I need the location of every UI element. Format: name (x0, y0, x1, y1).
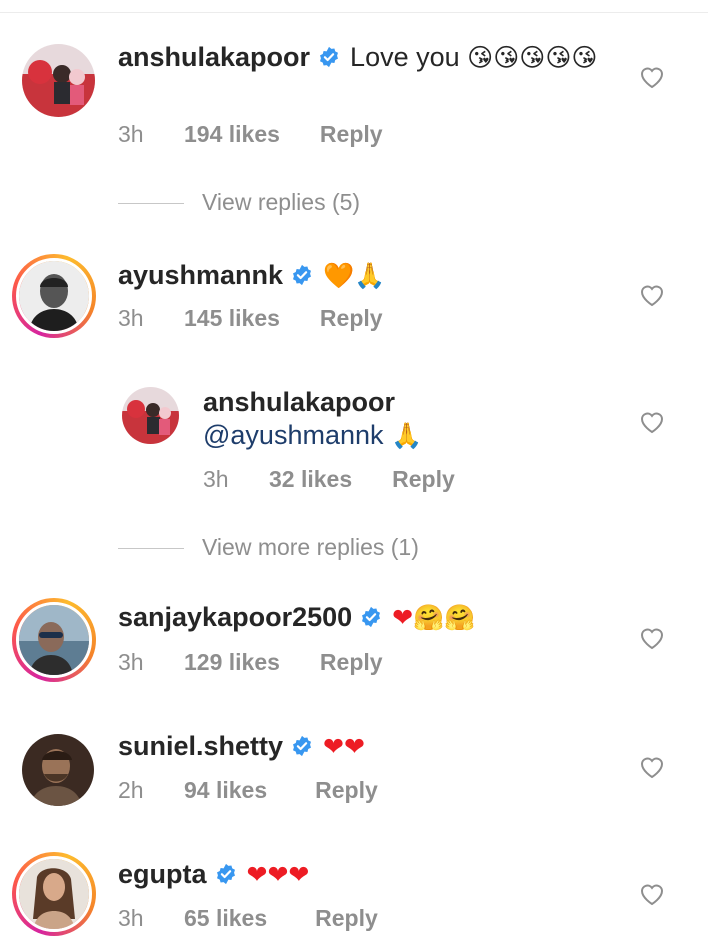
comment-text: anshulakapoor Love you 😘😘😘😘😘 (118, 41, 618, 74)
avatar[interactable] (22, 734, 94, 806)
reply-text: anshulakapoor @ayushmannk 🙏 (203, 386, 603, 452)
reply-button[interactable]: Reply (315, 905, 378, 932)
username[interactable]: egupta (118, 859, 207, 889)
reply-meta: 3h 32 likes Reply (203, 466, 455, 493)
avatar-photo (19, 261, 89, 331)
avatar[interactable] (12, 852, 96, 936)
reply-button[interactable]: Reply (320, 121, 383, 148)
avatar[interactable] (22, 44, 95, 117)
like-heart-icon[interactable] (639, 755, 665, 779)
reply-button[interactable]: Reply (315, 777, 378, 804)
comment-text: egupta ❤❤❤ (118, 858, 618, 891)
likes-count[interactable]: 94 likes (184, 777, 267, 804)
verified-badge-icon (216, 863, 235, 885)
likes-count[interactable]: 32 likes (269, 466, 352, 493)
verified-badge-icon (320, 46, 339, 68)
username[interactable]: anshulakapoor (118, 42, 310, 72)
avatar-photo (19, 859, 89, 929)
kiss-emoji-icon: 😘😘😘😘😘 (467, 43, 598, 72)
reply-username[interactable]: anshulakapoor (203, 387, 395, 417)
likes-count[interactable]: 194 likes (184, 121, 280, 148)
verified-badge-icon (293, 735, 312, 757)
timestamp: 2h (118, 777, 144, 803)
reply-button[interactable]: Reply (392, 466, 455, 493)
username[interactable]: ayushmannk (118, 260, 283, 290)
likes-count[interactable]: 129 likes (184, 649, 280, 676)
avatar-photo (19, 605, 89, 675)
avatar-photo (22, 44, 95, 117)
avatar[interactable] (12, 598, 96, 682)
verified-badge-icon (362, 606, 381, 628)
username[interactable]: sanjaykapoor2500 (118, 602, 352, 632)
folded-hands-emoji-icon: 🙏 (391, 421, 423, 450)
heart-and-hugging-emoji-icon: ❤🤗🤗 (392, 603, 476, 632)
like-heart-icon[interactable] (639, 65, 665, 89)
comment-meta: 3h 194 likes Reply (118, 121, 383, 148)
comment-text: sanjaykapoor2500 ❤🤗🤗 (118, 601, 618, 634)
comment-text: ayushmannk 🧡🙏 (118, 259, 618, 292)
timestamp: 3h (118, 305, 144, 331)
like-heart-icon[interactable] (639, 410, 665, 434)
avatar-photo (22, 734, 94, 806)
reply-button[interactable]: Reply (320, 649, 383, 676)
comment-message: Love you (350, 42, 460, 72)
verified-badge-icon (293, 264, 312, 286)
comment-meta: 3h 65 likes Reply (118, 905, 378, 932)
timestamp: 3h (203, 466, 229, 492)
like-heart-icon[interactable] (639, 283, 665, 307)
mention-link[interactable]: @ayushmannk (203, 420, 384, 450)
username[interactable]: suniel.shetty (118, 731, 283, 761)
timestamp: 3h (118, 905, 144, 931)
avatar[interactable] (12, 254, 96, 338)
like-heart-icon[interactable] (639, 626, 665, 650)
timestamp: 3h (118, 121, 144, 147)
red-hearts-emoji-icon: ❤❤❤ (246, 860, 310, 889)
view-replies-label: View more replies (1) (202, 534, 419, 560)
comment-meta: 3h 129 likes Reply (118, 649, 383, 676)
timestamp: 3h (118, 649, 144, 675)
likes-count[interactable]: 65 likes (184, 905, 267, 932)
replies-line (118, 548, 184, 550)
view-more-replies-button[interactable]: View more replies (1) (118, 534, 419, 561)
comment-text: suniel.shetty ❤❤ (118, 730, 618, 763)
divider (0, 12, 708, 13)
like-heart-icon[interactable] (639, 882, 665, 906)
avatar-photo (122, 387, 179, 444)
orange-heart-and-folded-hands-emoji-icon: 🧡🙏 (323, 261, 386, 290)
comment-meta: 3h 145 likes Reply (118, 305, 383, 332)
comment-meta: 2h 94 likes Reply (118, 777, 378, 804)
view-replies-label: View replies (5) (202, 189, 361, 215)
replies-line (118, 203, 184, 205)
view-replies-button[interactable]: View replies (5) (118, 189, 360, 216)
reply-avatar[interactable] (122, 387, 179, 444)
red-hearts-emoji-icon: ❤❤ (323, 732, 365, 761)
likes-count[interactable]: 145 likes (184, 305, 280, 332)
reply-button[interactable]: Reply (320, 305, 383, 332)
